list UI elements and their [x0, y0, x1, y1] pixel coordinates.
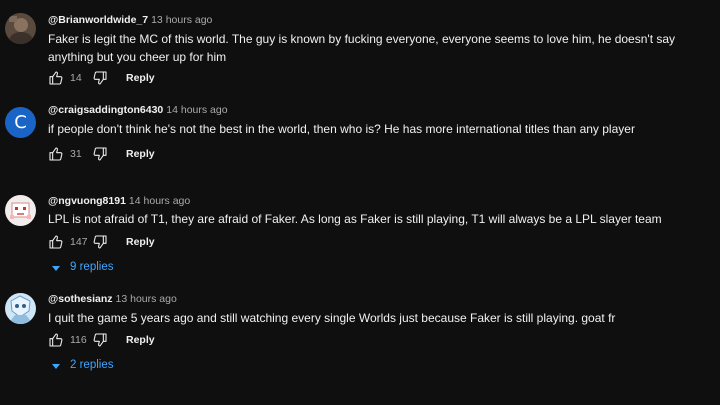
- thumbs-up-icon[interactable]: [48, 146, 64, 162]
- timestamp[interactable]: 13 hours ago: [116, 293, 177, 305]
- reply-button[interactable]: Reply: [126, 72, 155, 84]
- like-count: 116: [70, 334, 87, 346]
- reply-button[interactable]: Reply: [126, 148, 155, 160]
- avatar[interactable]: C: [5, 107, 36, 138]
- thumbs-down-icon[interactable]: [92, 332, 108, 348]
- comment-text: Faker is legit the MC of this world. The…: [48, 32, 676, 64]
- author-name[interactable]: @Brianworldwide_7: [48, 14, 148, 26]
- thumbs-down-icon[interactable]: [92, 234, 108, 250]
- thumbs-up-icon[interactable]: [48, 332, 64, 348]
- view-replies-button[interactable]: 9 replies: [52, 261, 113, 273]
- comment-text: I quit the game 5 years ago and still wa…: [48, 311, 616, 325]
- author-name[interactable]: @ngvuong8191: [48, 195, 126, 207]
- avatar[interactable]: [5, 195, 36, 226]
- like-count: 14: [70, 72, 82, 84]
- author-name[interactable]: @sothesianz: [48, 293, 113, 305]
- caret-down-icon: [52, 263, 60, 271]
- replies-label: 2 replies: [70, 359, 114, 371]
- comment-header: @sothesianz 13 hours ago: [48, 293, 177, 305]
- comment-text: if people don't think he's not the best …: [48, 122, 635, 136]
- comment-header: @ngvuong8191 14 hours ago: [48, 195, 190, 207]
- comment-actions: 116 Reply: [48, 331, 155, 349]
- timestamp[interactable]: 13 hours ago: [151, 14, 212, 26]
- view-replies-button[interactable]: 2 replies: [52, 359, 113, 371]
- timestamp[interactable]: 14 hours ago: [166, 104, 227, 116]
- thumbs-down-icon[interactable]: [92, 70, 108, 86]
- avatar[interactable]: [5, 293, 36, 324]
- thumbs-down-icon[interactable]: [92, 146, 108, 162]
- avatar[interactable]: [5, 13, 36, 44]
- avatar-letter: C: [14, 112, 27, 133]
- replies-label: 9 replies: [70, 261, 114, 273]
- comment-text: LPL is not afraid of T1, they are afraid…: [48, 212, 662, 226]
- like-count: 147: [70, 236, 88, 248]
- reply-button[interactable]: Reply: [126, 334, 155, 346]
- comment-header: @craigsaddington6430 14 hours ago: [48, 104, 228, 116]
- comment-actions: 14 Reply: [48, 69, 155, 87]
- thumbs-up-icon[interactable]: [48, 234, 64, 250]
- comment-actions: 147 Reply: [48, 233, 155, 251]
- caret-down-icon: [52, 361, 60, 369]
- comment-actions: 31 Reply: [48, 145, 155, 163]
- comment-header: @Brianworldwide_7 13 hours ago: [48, 14, 212, 26]
- timestamp[interactable]: 14 hours ago: [129, 195, 190, 207]
- reply-button[interactable]: Reply: [126, 236, 155, 248]
- thumbs-up-icon[interactable]: [48, 70, 64, 86]
- like-count: 31: [70, 148, 82, 160]
- author-name[interactable]: @craigsaddington6430: [48, 104, 163, 116]
